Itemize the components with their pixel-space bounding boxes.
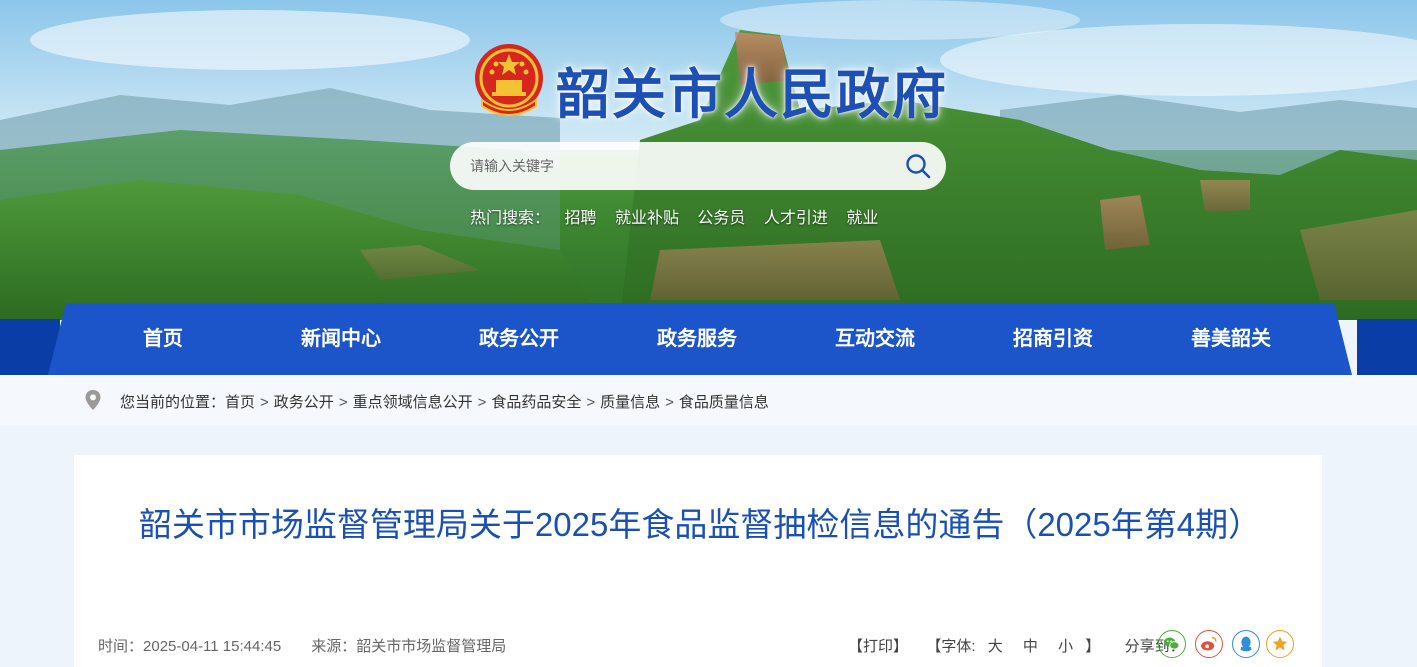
nav-item-investment[interactable]: 招商引资: [964, 303, 1142, 375]
font-size-small-button[interactable]: 小: [1058, 638, 1073, 655]
nav-side-decoration: [1357, 319, 1417, 375]
main-nav: 首页 新闻中心 政务公开 政务服务 互动交流 招商引资 善美韶关: [0, 303, 1417, 375]
nav-item-gov-services[interactable]: 政务服务: [608, 303, 786, 375]
publish-time: 2025-04-11 15:44:45: [143, 638, 282, 655]
qzone-icon[interactable]: [1266, 630, 1294, 658]
hot-search-link[interactable]: 人才引进: [764, 210, 828, 227]
font-size-large-button[interactable]: 大: [988, 638, 1003, 655]
breadcrumb-item[interactable]: 重点领域信息公开: [353, 394, 473, 411]
breadcrumb-separator: >: [477, 394, 487, 411]
hot-search-link[interactable]: 就业: [846, 210, 878, 227]
nav-bar: 首页 新闻中心 政务公开 政务服务 互动交流 招商引资 善美韶关: [48, 303, 1352, 375]
national-emblem-icon: [475, 44, 543, 116]
nav-item-home[interactable]: 首页: [74, 303, 252, 375]
breadcrumb-separator: >: [586, 394, 596, 411]
breadcrumb-item[interactable]: 首页: [225, 394, 255, 411]
font-size-medium-button[interactable]: 中: [1023, 638, 1038, 655]
nav-item-interaction[interactable]: 互动交流: [786, 303, 964, 375]
breadcrumb-item[interactable]: 质量信息: [600, 394, 660, 411]
location-pin-icon: [85, 390, 101, 410]
nav-item-shaoguan[interactable]: 善美韶关: [1142, 303, 1320, 375]
breadcrumb-separator: >: [338, 394, 348, 411]
hot-search-link[interactable]: 公务员: [697, 210, 745, 227]
hot-search-link[interactable]: 就业补贴: [615, 210, 679, 227]
hot-search: 热门搜索： 招聘 就业补贴 公务员 人才引进 就业: [470, 204, 892, 228]
search-box: [450, 142, 946, 190]
wechat-icon[interactable]: [1158, 630, 1186, 658]
breadcrumb: 您当前的位置：首页 > 政务公开 > 重点领域信息公开 > 食品药品安全 > 质量信息 > 食品质量…: [120, 391, 769, 412]
breadcrumb-item[interactable]: 食品质量信息: [679, 394, 769, 411]
article-source: 韶关市市场监督管理局: [356, 638, 507, 655]
breadcrumb-item[interactable]: 政务公开: [274, 394, 334, 411]
source-label: 来源：: [311, 638, 357, 655]
article-title: 韶关市市场监督管理局关于2025年食品监督抽检信息的通告（2025年第4期）: [138, 506, 1262, 543]
qq-icon[interactable]: [1232, 630, 1260, 658]
font-size-close: 】: [1085, 638, 1101, 655]
hot-search-link[interactable]: 招聘: [564, 210, 596, 227]
header-banner: 韶关市人民政府 热门搜索： 招聘 就业补贴 公务员 人才引进 就业: [0, 0, 1417, 320]
search-input[interactable]: [470, 142, 890, 190]
breadcrumb-separator: >: [260, 394, 269, 411]
weibo-icon[interactable]: [1195, 630, 1223, 658]
time-label: 时间：: [98, 638, 144, 655]
font-size-label: 【字体:: [926, 638, 976, 655]
breadcrumb-label: 您当前的位置：: [120, 394, 226, 411]
nav-item-news[interactable]: 新闻中心: [252, 303, 430, 375]
nav-item-gov-affairs[interactable]: 政务公开: [430, 303, 608, 375]
site-title: 韶关市人民政府: [556, 63, 948, 126]
hot-search-label: 热门搜索：: [470, 210, 551, 227]
article-tools: 【打印】 【字体: 大 中 小 】 分享到：: [848, 635, 1185, 656]
article-meta: 时间：2025-04-11 15:44:45 来源：韶关市市场监督管理局: [98, 635, 506, 656]
print-button[interactable]: 【打印】: [848, 638, 908, 655]
breadcrumb-item[interactable]: 食品药品安全: [491, 394, 581, 411]
search-icon[interactable]: [904, 152, 932, 180]
breadcrumb-separator: >: [665, 394, 674, 411]
